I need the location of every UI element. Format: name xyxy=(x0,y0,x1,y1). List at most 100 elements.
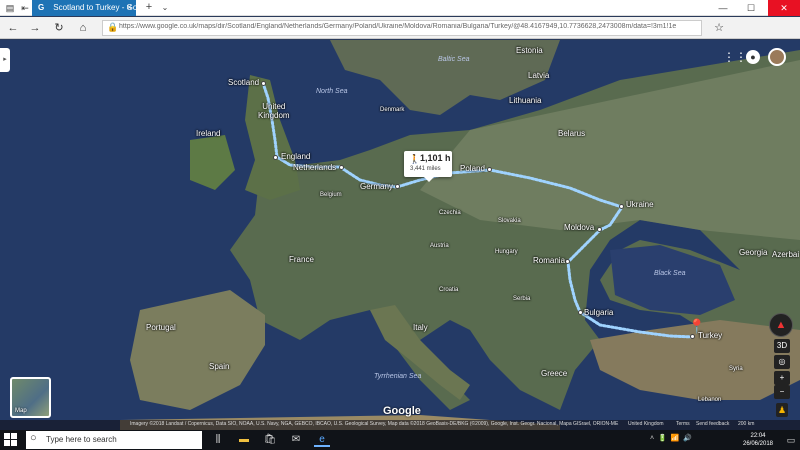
label-turkey: Turkey xyxy=(698,331,723,340)
clock-date: 26/06/2018 xyxy=(742,441,774,447)
taskbar-search-input[interactable]: ○ Type here to search xyxy=(26,431,202,449)
stop-pin-romania[interactable] xyxy=(565,259,570,264)
label-estonia: Estonia xyxy=(516,46,543,55)
tab-menu-chevron-icon[interactable]: ⌄ xyxy=(158,0,172,16)
send-feedback-link[interactable]: Send feedback xyxy=(696,421,729,427)
label-ukraine: Ukraine xyxy=(626,200,654,209)
label-czechia: Czechia xyxy=(439,210,461,216)
forward-icon[interactable]: → xyxy=(26,20,44,36)
address-field[interactable]: 🔒 https://www.google.co.uk/maps/dir/Scot… xyxy=(102,20,702,36)
route-line xyxy=(261,81,696,339)
address-bar-row: ← → ↻ ⌂ 🔒 https://www.google.co.uk/maps/… xyxy=(0,17,800,39)
tab-strip: ▤ ⇤ G Scotland to Turkey - Go ✕ + ⌄ — ☐ … xyxy=(0,0,800,16)
label-denmark: Denmark xyxy=(380,107,405,113)
label-lithuania: Lithuania xyxy=(509,96,542,105)
map-layer-toggle[interactable]: Map xyxy=(10,377,51,418)
mail-icon[interactable]: ✉ xyxy=(288,433,304,447)
tab-close-icon[interactable]: ✕ xyxy=(126,0,136,16)
stop-pin-ukraine[interactable] xyxy=(619,204,624,209)
label-serbia: Serbia xyxy=(513,296,531,302)
label-austria: Austria xyxy=(430,243,449,249)
search-placeholder: Type here to search xyxy=(46,435,117,444)
label-romania: Romania xyxy=(533,256,566,265)
label-united-kingdom: United Kingdom xyxy=(258,102,290,120)
layer-label: Map xyxy=(15,408,27,414)
stop-pin-poland[interactable] xyxy=(487,167,492,172)
label-ireland: Ireland xyxy=(196,129,221,138)
edge-browser-icon[interactable]: e xyxy=(314,433,330,447)
stop-pin-bulgaria[interactable] xyxy=(578,310,583,315)
taskbar-clock[interactable]: 22:04 26/06/2018 xyxy=(736,432,780,448)
maximize-icon[interactable]: ☐ xyxy=(740,0,762,16)
action-center-icon[interactable]: ▭ xyxy=(784,433,798,447)
back-icon[interactable]: ← xyxy=(4,20,22,36)
google-logo: Google xyxy=(383,405,421,417)
notifications-icon[interactable]: ● xyxy=(746,50,760,64)
label-croatia: Croatia xyxy=(439,287,459,293)
stop-pin-netherlands[interactable] xyxy=(339,165,344,170)
compass-icon[interactable]: ▲ xyxy=(769,313,793,337)
label-poland: Poland xyxy=(460,164,485,173)
windows-start-icon[interactable] xyxy=(4,433,18,447)
region-link[interactable]: United Kingdom xyxy=(628,421,664,427)
map-canvas[interactable]: 📍 Scotland United Kingdom England Nether… xyxy=(0,40,800,430)
zoom-in-button[interactable]: + xyxy=(774,371,790,385)
file-explorer-icon[interactable]: ▬ xyxy=(236,433,252,447)
tilt-3d-button[interactable]: 3D xyxy=(774,339,790,353)
label-scotland: Scotland xyxy=(228,78,260,87)
avatar[interactable] xyxy=(768,48,786,66)
new-tab-icon[interactable]: + xyxy=(142,0,156,16)
label-azerbaijan: Azerbai xyxy=(772,250,800,259)
scale-bar: 200 km xyxy=(738,421,755,427)
imagery-attribution: Imagery ©2018 Landsat / Copernicus, Data… xyxy=(130,421,619,427)
label-moldova: Moldova xyxy=(564,223,595,232)
tab-list-icon[interactable]: ▤ xyxy=(2,0,18,16)
label-syria: Syria xyxy=(729,366,743,372)
label-belarus: Belarus xyxy=(558,129,586,138)
map-footer: Imagery ©2018 Landsat / Copernicus, Data… xyxy=(0,420,800,430)
label-netherlands: Netherlands xyxy=(293,163,337,172)
label-slovakia: Slovakia xyxy=(498,218,521,224)
lock-icon: 🔒 xyxy=(107,22,119,32)
street-view-pegman-icon[interactable]: ♟ xyxy=(776,403,788,417)
route-duration: 1,101 h xyxy=(420,153,451,163)
minimize-icon[interactable]: — xyxy=(712,0,734,16)
windows-taskbar: ○ Type here to search ⫼ ▬ 🛍 ✉ e ˄ 🔋 📶 🔊 … xyxy=(0,430,800,450)
refresh-icon[interactable]: ↻ xyxy=(50,20,68,36)
tab-active[interactable]: G Scotland to Turkey - Go xyxy=(32,0,136,16)
stop-pin-moldova[interactable] xyxy=(597,227,602,232)
clock-time: 22:04 xyxy=(750,433,766,439)
label-baltic-sea: Baltic Sea xyxy=(438,56,470,63)
store-icon[interactable]: 🛍 xyxy=(262,433,278,447)
zoom-out-button[interactable]: − xyxy=(774,385,790,399)
url-text: https://www.google.co.uk/maps/dir/Scotla… xyxy=(119,23,677,30)
route-summary-card[interactable]: 🚶 1,101 h 3,441 miles xyxy=(404,151,452,182)
label-georgia: Georgia xyxy=(739,248,768,257)
back-tabs-icon[interactable]: ⇤ xyxy=(17,0,33,16)
label-belgium: Belgium xyxy=(320,192,342,198)
side-panel-toggle[interactable]: ▸ xyxy=(0,48,10,72)
label-spain: Spain xyxy=(209,362,230,371)
label-bulgaria: Bulgaria xyxy=(584,308,614,317)
stop-pin-england[interactable] xyxy=(273,155,278,160)
label-black-sea: Black Sea xyxy=(654,270,686,277)
label-italy: Italy xyxy=(413,323,428,332)
favorite-star-icon[interactable]: ☆ xyxy=(712,20,726,36)
label-latvia: Latvia xyxy=(528,71,550,80)
my-location-icon[interactable]: ◎ xyxy=(774,355,790,369)
close-icon[interactable]: ✕ xyxy=(768,0,800,16)
label-greece: Greece xyxy=(541,369,568,378)
stop-pin-scotland[interactable] xyxy=(261,81,266,86)
terms-link[interactable]: Terms xyxy=(676,421,690,427)
task-view-icon[interactable]: ⫼ xyxy=(210,433,226,447)
label-england: England xyxy=(281,152,311,161)
label-lebanon: Lebanon xyxy=(698,397,722,403)
label-germany: Germany xyxy=(360,182,393,191)
apps-grid-icon[interactable]: ⋮⋮ xyxy=(723,50,747,64)
label-north-sea: North Sea xyxy=(316,88,348,95)
label-france: France xyxy=(289,255,314,264)
system-tray-icons[interactable]: ˄ 🔋 📶 🔊 xyxy=(650,434,692,442)
home-icon[interactable]: ⌂ xyxy=(74,20,92,36)
stop-pin-germany[interactable] xyxy=(395,184,400,189)
tab-title: Scotland to Turkey - Go xyxy=(53,3,136,12)
